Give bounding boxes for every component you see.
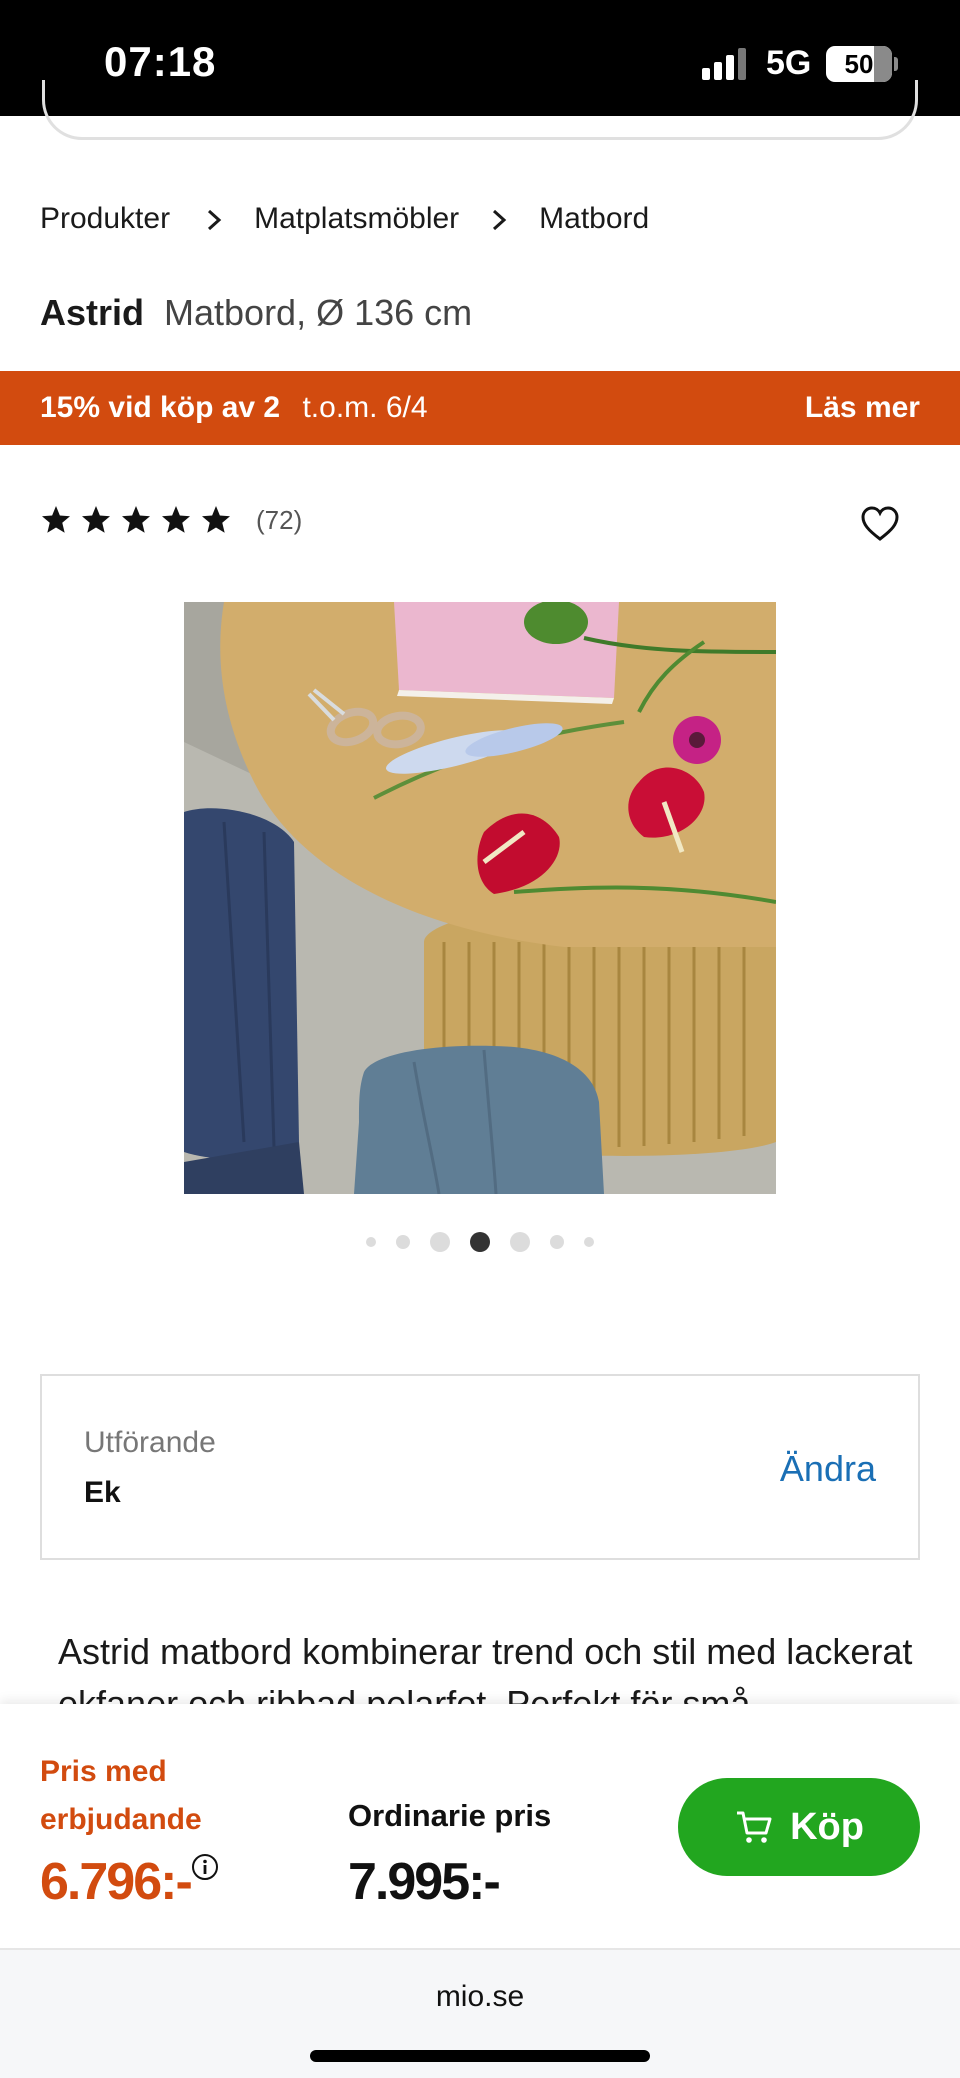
heart-icon[interactable] <box>860 504 900 544</box>
promo-until: t.o.m. 6/4 <box>302 391 428 424</box>
battery-level: 50 <box>844 49 874 79</box>
star-icon <box>82 506 110 533</box>
url-text[interactable]: mio.se <box>0 1980 960 2014</box>
gallery-dot[interactable] <box>366 1237 376 1247</box>
change-variant-button[interactable]: Ändra <box>780 1448 876 1490</box>
search-field[interactable] <box>42 80 918 140</box>
star-icon <box>162 506 190 533</box>
product-rating[interactable]: (72) <box>40 504 302 536</box>
status-time: 07:18 <box>104 38 217 85</box>
breadcrumb: Produkter Matplatsmöbler Matbord <box>40 202 649 236</box>
network-type: 5G <box>766 44 812 82</box>
gallery-dot[interactable] <box>584 1237 594 1247</box>
home-indicator[interactable] <box>310 2050 650 2062</box>
offer-price: 6.796:- <box>40 1853 193 1911</box>
gallery-dots <box>0 1232 960 1252</box>
battery-tip <box>894 57 898 71</box>
promo-banner[interactable]: 15% vid köp av 2 t.o.m. 6/4 Läs mer <box>0 371 960 445</box>
review-count: (72) <box>256 504 303 535</box>
signal-icon <box>702 48 750 80</box>
price-bar: Pris med erbjudande 6.796:- Ordinarie pr… <box>0 1704 960 1950</box>
offer-price-label: Pris med erbjudande <box>40 1755 202 1836</box>
buy-button-label: Köp <box>790 1805 864 1848</box>
product-image[interactable] <box>184 602 776 1194</box>
star-icon <box>202 506 230 533</box>
cart-icon <box>737 1811 772 1843</box>
promo-offer: 15% vid köp av 2 <box>40 391 281 424</box>
chevron-right-icon <box>190 202 238 236</box>
breadcrumb-item-matbord[interactable]: Matbord <box>539 202 649 236</box>
gallery-dot[interactable] <box>396 1235 410 1249</box>
promo-read-more-link[interactable]: Läs mer <box>805 371 920 445</box>
gallery-dot[interactable] <box>550 1235 564 1249</box>
gallery-dot[interactable] <box>510 1232 530 1252</box>
product-description-text: Astrid matbord kombinerar trend och stil… <box>58 1631 913 1704</box>
info-icon[interactable] <box>190 1852 220 1882</box>
gallery-dot[interactable] <box>430 1232 450 1252</box>
breadcrumb-item-matplatsmobler[interactable]: Matplatsmöbler <box>254 202 459 236</box>
breadcrumb-item-produkter[interactable]: Produkter <box>40 202 170 236</box>
variant-label: Utförande <box>84 1426 216 1459</box>
ordinary-price: 7.995:- <box>348 1853 501 1911</box>
buy-button[interactable]: Köp <box>678 1778 920 1876</box>
variant-value: Ek <box>84 1476 121 1509</box>
battery-icon: 50 <box>826 46 892 82</box>
variant-selector[interactable]: Utförande Ek Ändra <box>40 1374 920 1560</box>
star-rating <box>40 504 240 536</box>
ordinary-price-label: Ordinarie pris <box>348 1798 552 1833</box>
product-title: Astrid Matbord, Ø 136 cm <box>40 292 472 334</box>
product-description: Matbord, Ø 136 cm <box>164 292 473 333</box>
chevron-right-icon <box>475 202 523 236</box>
star-icon <box>122 506 150 533</box>
browser-url-bar[interactable]: mio.se <box>0 1950 960 2078</box>
product-name: Astrid <box>40 292 145 333</box>
star-icon <box>42 506 70 533</box>
gallery-dot-active[interactable] <box>470 1232 490 1252</box>
